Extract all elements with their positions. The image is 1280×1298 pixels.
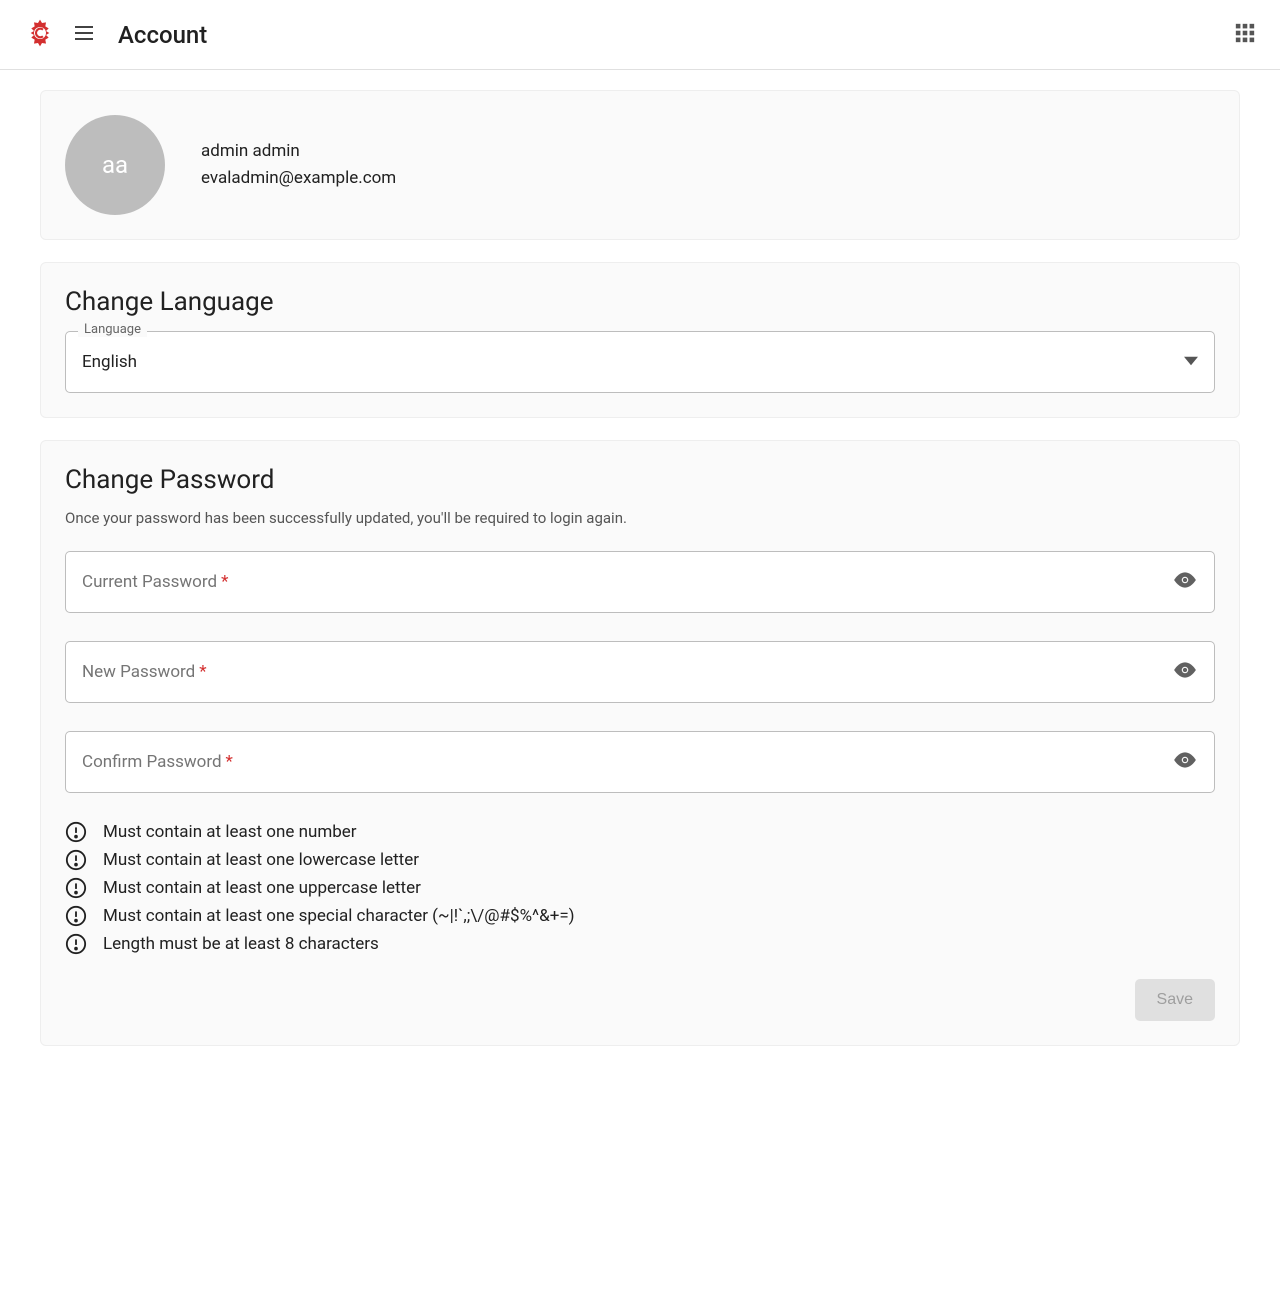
- password-rule-text: Length must be at least 8 characters: [103, 934, 379, 954]
- language-field-label: Language: [78, 322, 147, 337]
- visibility-toggle-icon[interactable]: [1172, 657, 1198, 687]
- language-card: Change Language Language English: [40, 262, 1240, 418]
- password-section-title: Change Password: [65, 465, 1215, 495]
- current-password-field[interactable]: Current Password*: [65, 551, 1215, 613]
- confirm-password-field[interactable]: Confirm Password*: [65, 731, 1215, 793]
- password-rule-text: Must contain at least one special charac…: [103, 906, 575, 926]
- alert-circle-icon: [65, 905, 87, 927]
- password-rule-text: Must contain at least one lowercase lett…: [103, 850, 419, 870]
- profile-name: admin admin: [201, 138, 396, 165]
- alert-circle-icon: [65, 849, 87, 871]
- new-password-label: New Password*: [82, 662, 207, 682]
- password-rules-list: Must contain at least one number Must co…: [65, 821, 1215, 955]
- new-password-field[interactable]: New Password*: [65, 641, 1215, 703]
- menu-icon[interactable]: [72, 21, 96, 49]
- app-header: Account: [0, 0, 1280, 70]
- profile-email: evaladmin@example.com: [201, 165, 396, 192]
- password-rule: Must contain at least one lowercase lett…: [65, 849, 1215, 871]
- alert-circle-icon: [65, 821, 87, 843]
- alert-circle-icon: [65, 933, 87, 955]
- password-rule-text: Must contain at least one uppercase lett…: [103, 878, 421, 898]
- password-rule: Must contain at least one number: [65, 821, 1215, 843]
- save-button[interactable]: Save: [1135, 979, 1215, 1021]
- content-area: aa admin admin evaladmin@example.com Cha…: [0, 70, 1280, 1088]
- language-select[interactable]: Language English: [65, 331, 1215, 393]
- password-rule: Length must be at least 8 characters: [65, 933, 1215, 955]
- profile-card: aa admin admin evaladmin@example.com: [40, 90, 1240, 240]
- language-selected-value: English: [82, 352, 1184, 372]
- visibility-toggle-icon[interactable]: [1172, 747, 1198, 777]
- password-rule: Must contain at least one special charac…: [65, 905, 1215, 927]
- password-rule-text: Must contain at least one number: [103, 822, 357, 842]
- header-left: Account: [24, 17, 207, 53]
- password-subtitle: Once your password has been successfully…: [65, 509, 1215, 527]
- dropdown-icon: [1184, 353, 1198, 372]
- language-section-title: Change Language: [65, 287, 1215, 317]
- actions-row: Save: [65, 979, 1215, 1021]
- page-title: Account: [118, 21, 207, 49]
- app-logo-icon: [24, 17, 56, 53]
- confirm-password-label: Confirm Password*: [82, 752, 233, 772]
- profile-info: admin admin evaladmin@example.com: [201, 138, 396, 192]
- apps-grid-icon[interactable]: [1234, 22, 1256, 48]
- current-password-label: Current Password*: [82, 572, 228, 592]
- visibility-toggle-icon[interactable]: [1172, 567, 1198, 597]
- avatar: aa: [65, 115, 165, 215]
- password-rule: Must contain at least one uppercase lett…: [65, 877, 1215, 899]
- alert-circle-icon: [65, 877, 87, 899]
- password-card: Change Password Once your password has b…: [40, 440, 1240, 1046]
